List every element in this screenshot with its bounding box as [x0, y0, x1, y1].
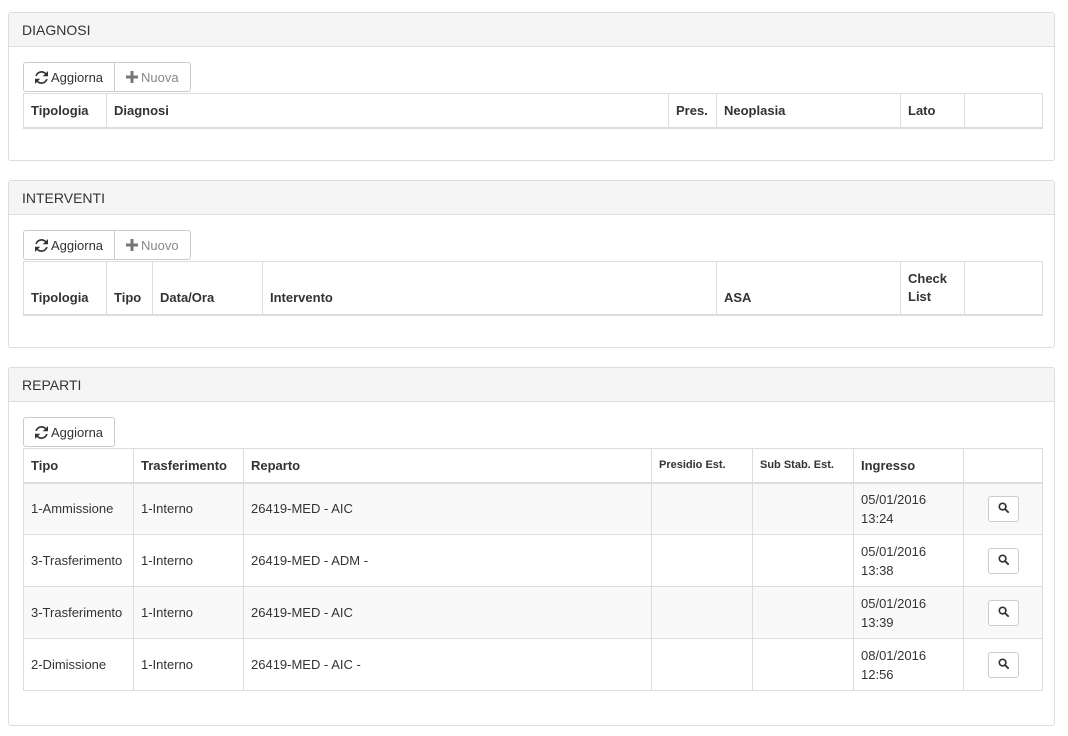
refresh-icon [35, 70, 48, 84]
diagnosi-col-pres[interactable]: Pres. [668, 93, 717, 129]
table-row: 2-Dimissione 1-Interno 26419-MED - AIC -… [23, 638, 1043, 691]
row-actions [963, 586, 1043, 639]
row-ingresso-time: 13:38 [861, 562, 894, 578]
row-tipo: 2-Dimissione [23, 638, 134, 691]
search-icon [997, 657, 1009, 672]
diagnosi-col-lato[interactable]: Lato [900, 93, 965, 129]
reparti-col-actions [963, 448, 1043, 484]
reparti-col-sub-stab-est[interactable]: Sub Stab. Est. [752, 448, 854, 484]
row-trasferimento: 1-Interno [133, 534, 244, 587]
row-ingresso-time: 13:24 [861, 510, 894, 526]
interventi-col-tipologia[interactable]: Tipologia [23, 261, 107, 316]
reparti-col-presidio-est[interactable]: Presidio Est. [651, 448, 753, 484]
view-row-button[interactable] [987, 547, 1019, 574]
interventi-col-asa[interactable]: ASA [716, 261, 901, 316]
reparti-panel: REPARTI Aggiorna Tipo Trasferimento Repa… [8, 367, 1055, 726]
row-reparto: 26419-MED - AIC [243, 482, 652, 535]
interventi-new-label: Nuovo [141, 237, 179, 253]
row-tipo: 3-Trasferimento [23, 586, 134, 639]
row-reparto: 26419-MED - ADM - [243, 534, 652, 587]
reparti-toolbar: Aggiorna [23, 417, 116, 447]
row-ingresso-time: 12:56 [861, 666, 894, 682]
interventi-new-button[interactable]: Nuovo [114, 230, 191, 260]
diagnosi-toolbar: Aggiorna Nuova [23, 62, 191, 92]
row-actions [963, 638, 1043, 691]
row-reparto: 26419-MED - AIC - [243, 638, 652, 691]
plus-icon [126, 239, 139, 251]
row-presidio [651, 482, 753, 535]
row-reparto: 26419-MED - AIC [243, 586, 652, 639]
reparti-table: Tipo Trasferimento Reparto Presidio Est.… [23, 448, 1043, 691]
interventi-table: Tipologia Tipo Data/Ora Intervento ASA C… [23, 261, 1043, 316]
row-ingresso: 05/01/2016 13:39 [853, 586, 964, 639]
interventi-refresh-button[interactable]: Aggiorna [23, 230, 116, 260]
row-ingresso-date: 05/01/2016 [861, 543, 927, 559]
row-actions [963, 482, 1043, 535]
row-ingresso-time: 13:39 [861, 614, 894, 630]
row-trasferimento: 1-Interno [133, 482, 244, 535]
reparti-col-reparto[interactable]: Reparto [243, 448, 652, 484]
diagnosi-col-actions [964, 93, 1043, 129]
interventi-col-data-ora[interactable]: Data/Ora [152, 261, 263, 316]
row-tipo: 1-Ammissione [23, 482, 134, 535]
diagnosi-new-label: Nuova [141, 69, 179, 85]
row-sub-stab [752, 638, 854, 691]
search-icon [997, 553, 1009, 568]
diagnosi-panel-title: DIAGNOSI [9, 13, 1054, 47]
interventi-col-check-list[interactable]: Check List [900, 261, 965, 316]
table-row: 3-Trasferimento 1-Interno 26419-MED - AD… [23, 534, 1043, 587]
interventi-col-actions [964, 261, 1043, 316]
interventi-toolbar: Aggiorna Nuovo [23, 230, 191, 260]
reparti-col-trasferimento[interactable]: Trasferimento [133, 448, 244, 484]
row-ingresso: 08/01/2016 12:56 [853, 638, 964, 691]
diagnosi-col-diagnosi[interactable]: Diagnosi [106, 93, 669, 129]
row-presidio [651, 586, 753, 639]
row-ingresso: 05/01/2016 13:38 [853, 534, 964, 587]
diagnosi-table: Tipologia Diagnosi Pres. Neoplasia Lato [23, 93, 1043, 129]
interventi-panel-title: INTERVENTI [9, 181, 1054, 215]
reparti-panel-title: REPARTI [9, 368, 1054, 402]
row-ingresso: 05/01/2016 13:24 [853, 482, 964, 535]
row-sub-stab [752, 482, 854, 535]
search-icon [997, 605, 1009, 620]
view-row-button[interactable] [987, 651, 1019, 678]
row-ingresso-date: 08/01/2016 [861, 647, 927, 663]
diagnosi-col-tipologia[interactable]: Tipologia [23, 93, 107, 129]
view-row-button[interactable] [987, 599, 1019, 626]
reparti-col-tipo[interactable]: Tipo [23, 448, 134, 484]
row-trasferimento: 1-Interno [133, 638, 244, 691]
row-sub-stab [752, 534, 854, 587]
refresh-icon [35, 238, 48, 252]
diagnosi-panel: DIAGNOSI Aggiorna Nuova Tipologia Diagno… [8, 12, 1055, 161]
interventi-panel: INTERVENTI Aggiorna Nuovo Tipologia Tipo… [8, 180, 1055, 348]
reparti-col-ingresso[interactable]: Ingresso [853, 448, 964, 484]
row-ingresso-date: 05/01/2016 [861, 491, 927, 507]
interventi-col-tipo[interactable]: Tipo [106, 261, 153, 316]
table-row: 1-Ammissione 1-Interno 26419-MED - AIC 0… [23, 482, 1043, 535]
table-row: 3-Trasferimento 1-Interno 26419-MED - AI… [23, 586, 1043, 639]
row-trasferimento: 1-Interno [133, 586, 244, 639]
diagnosi-new-button[interactable]: Nuova [114, 62, 191, 92]
interventi-refresh-label: Aggiorna [51, 237, 104, 253]
diagnosi-refresh-button[interactable]: Aggiorna [23, 62, 116, 92]
row-actions [963, 534, 1043, 587]
row-sub-stab [752, 586, 854, 639]
interventi-col-intervento[interactable]: Intervento [262, 261, 717, 316]
reparti-refresh-label: Aggiorna [51, 424, 104, 440]
view-row-button[interactable] [987, 495, 1019, 522]
row-presidio [651, 638, 753, 691]
plus-icon [126, 71, 139, 83]
search-icon [997, 501, 1009, 516]
refresh-icon [35, 425, 48, 439]
row-ingresso-date: 05/01/2016 [861, 595, 927, 611]
reparti-refresh-button[interactable]: Aggiorna [23, 417, 116, 447]
diagnosi-col-neoplasia[interactable]: Neoplasia [716, 93, 901, 129]
diagnosi-refresh-label: Aggiorna [51, 69, 104, 85]
row-presidio [651, 534, 753, 587]
row-tipo: 3-Trasferimento [23, 534, 134, 587]
